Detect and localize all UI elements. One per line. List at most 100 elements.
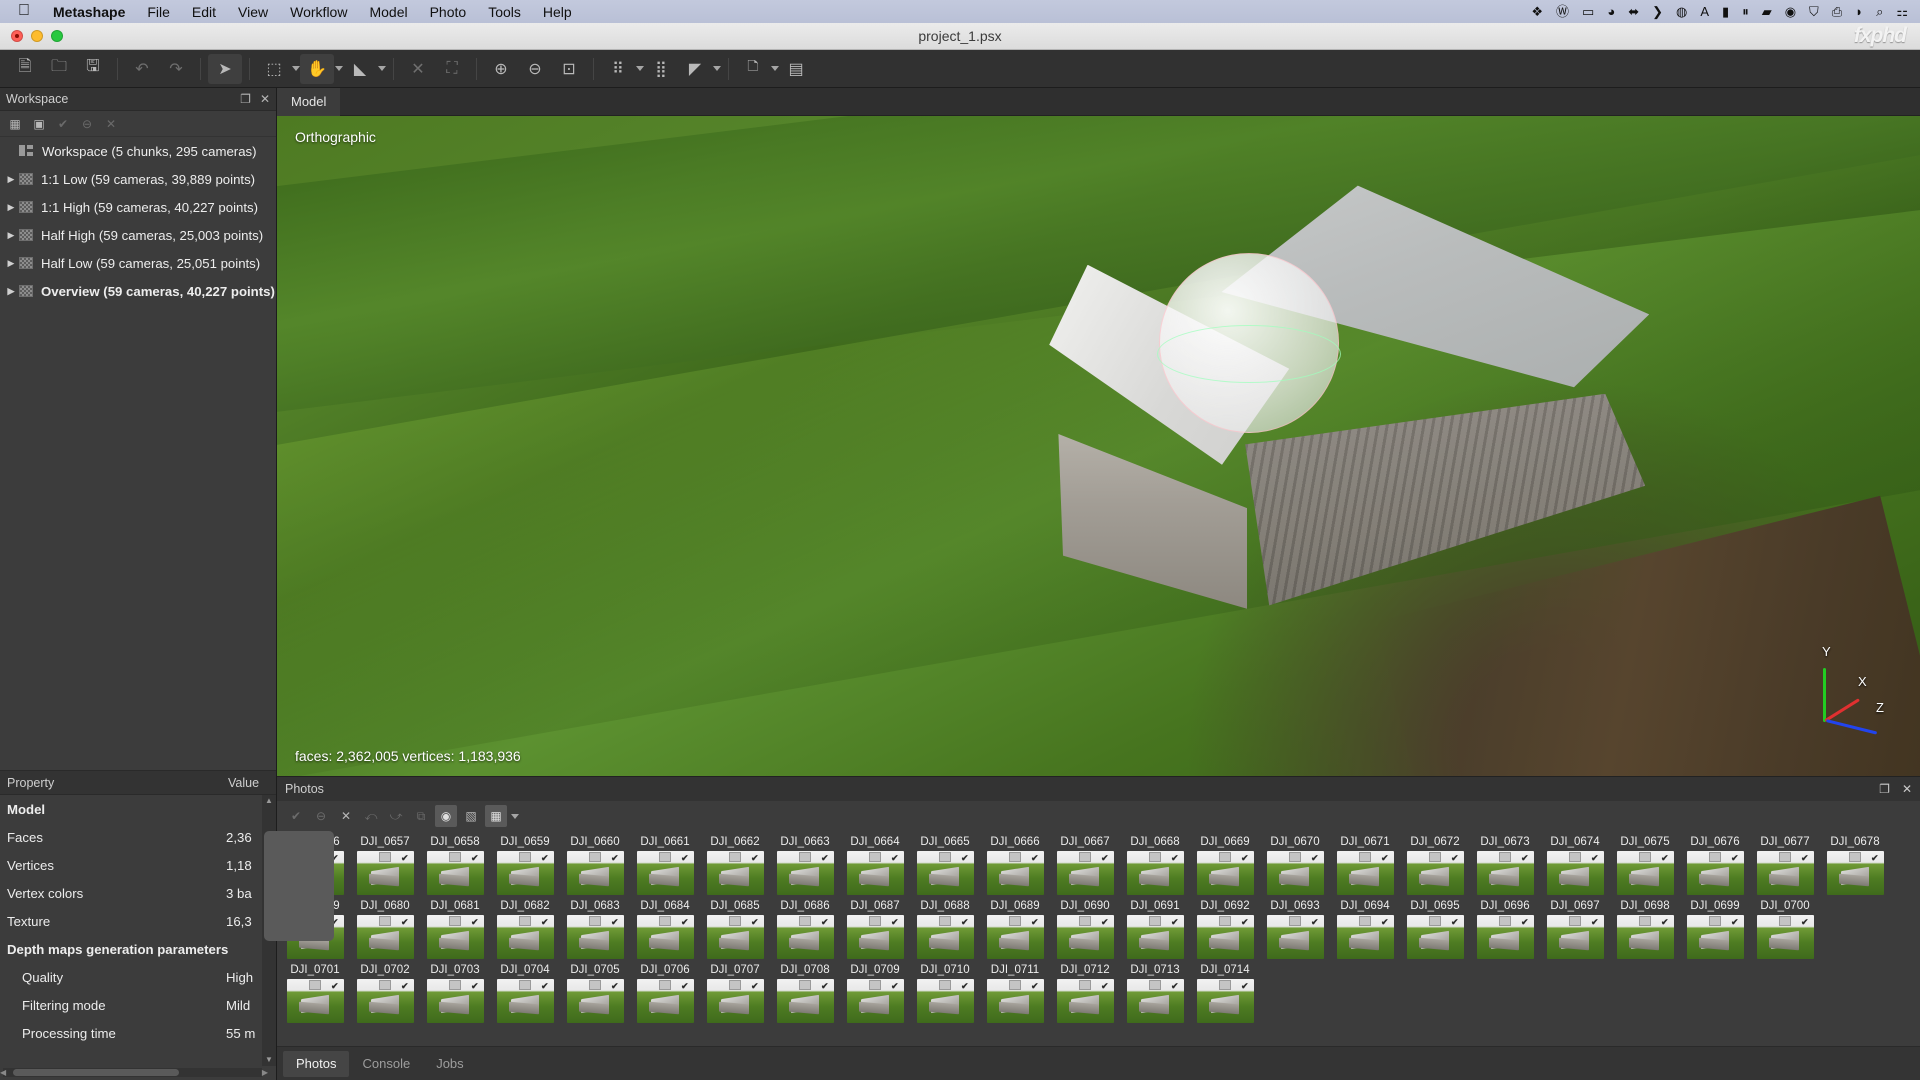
photo-preview-image[interactable]: ✔ bbox=[1546, 851, 1604, 895]
property-row[interactable]: Vertex colors 3 ba bbox=[0, 879, 276, 907]
close-panel-icon[interactable]: ✕ bbox=[260, 92, 270, 106]
reset-view-button[interactable]: ⊡ bbox=[552, 54, 586, 84]
photo-preview-image[interactable]: ✔ bbox=[1546, 915, 1604, 959]
show-cameras-icon[interactable]: ▧ bbox=[460, 805, 482, 827]
photo-thumbnail[interactable]: DJI_0684 ✔ bbox=[630, 895, 700, 959]
photo-preview-image[interactable]: ✔ bbox=[566, 979, 624, 1023]
photo-thumbnail[interactable]: DJI_0672 ✔ bbox=[1400, 831, 1470, 895]
camera-button[interactable]: 🗅 bbox=[736, 54, 770, 84]
scroll-left-arrow-icon[interactable]: ◀ bbox=[0, 1068, 6, 1077]
photo-thumbnail[interactable]: DJI_0666 ✔ bbox=[980, 831, 1050, 895]
photo-preview-image[interactable]: ✔ bbox=[1406, 915, 1464, 959]
chevron-down-icon[interactable] bbox=[292, 66, 300, 71]
photo-thumbnail[interactable]: DJI_0674 ✔ bbox=[1540, 831, 1610, 895]
photo-preview-image[interactable]: ✔ bbox=[706, 979, 764, 1023]
photo-preview-image[interactable]: ✔ bbox=[986, 979, 1044, 1023]
photo-preview-image[interactable]: ✔ bbox=[846, 915, 904, 959]
photo-preview-image[interactable]: ✔ bbox=[636, 915, 694, 959]
tree-item-chunk[interactable]: ▶ 1:1 Low (59 cameras, 39,889 points) bbox=[0, 165, 276, 193]
photo-thumbnail[interactable]: DJI_0669 ✔ bbox=[1190, 831, 1260, 895]
pause-icon[interactable]: ⏸ bbox=[1742, 5, 1749, 18]
photo-preview-image[interactable]: ✔ bbox=[846, 979, 904, 1023]
photo-preview-image[interactable]: ✔ bbox=[706, 915, 764, 959]
menu-photo[interactable]: Photo bbox=[419, 4, 478, 20]
photo-preview-image[interactable]: ✔ bbox=[1266, 915, 1324, 959]
wifi-icon[interactable]: ◗ bbox=[1855, 5, 1863, 18]
photo-thumbnail[interactable]: DJI_0659 ✔ bbox=[490, 831, 560, 895]
photo-preview-image[interactable]: ✔ bbox=[636, 851, 694, 895]
dense-cloud-view-button[interactable]: ⣿ bbox=[644, 54, 678, 84]
photo-thumbnail[interactable]: DJI_0692 ✔ bbox=[1190, 895, 1260, 959]
tab-photos[interactable]: Photos bbox=[283, 1050, 350, 1077]
photo-preview-image[interactable]: ✔ bbox=[1406, 851, 1464, 895]
menu-workflow[interactable]: Workflow bbox=[279, 4, 358, 20]
photo-thumbnail[interactable]: DJI_0687 ✔ bbox=[840, 895, 910, 959]
photo-thumbnail[interactable]: DJI_0690 ✔ bbox=[1050, 895, 1120, 959]
photo-preview-image[interactable]: ✔ bbox=[356, 915, 414, 959]
photo-thumbnail[interactable]: DJI_0670 ✔ bbox=[1260, 831, 1330, 895]
photo-preview-image[interactable]: ✔ bbox=[1686, 915, 1744, 959]
select-arrow-tool[interactable]: ➤ bbox=[208, 53, 242, 84]
photo-preview-image[interactable]: ✔ bbox=[1336, 915, 1394, 959]
photo-preview-image[interactable]: ✔ bbox=[496, 915, 554, 959]
photo-preview-image[interactable]: ✔ bbox=[356, 979, 414, 1023]
undock-panel-icon[interactable]: ❐ bbox=[1879, 782, 1890, 796]
photo-thumbnail[interactable]: DJI_0706 ✔ bbox=[630, 959, 700, 1023]
photo-preview-image[interactable]: ✔ bbox=[846, 851, 904, 895]
photo-preview-image[interactable]: ✔ bbox=[286, 979, 344, 1023]
photo-thumbnail[interactable]: DJI_0712 ✔ bbox=[1050, 959, 1120, 1023]
photo-preview-image[interactable]: ✔ bbox=[1196, 915, 1254, 959]
photo-preview-image[interactable]: ✔ bbox=[1336, 851, 1394, 895]
photo-thumbnail[interactable]: DJI_0701 ✔ bbox=[280, 959, 350, 1023]
chevron-right-icon[interactable]: ▶ bbox=[3, 174, 19, 185]
dropbox-icon[interactable]: ❖ bbox=[1531, 5, 1543, 18]
tree-root-workspace[interactable]: Workspace (5 chunks, 295 cameras) bbox=[0, 137, 276, 165]
point-cloud-view-button[interactable]: ⠿ bbox=[601, 54, 635, 84]
photo-preview-image[interactable]: ✔ bbox=[1756, 915, 1814, 959]
scroll-right-arrow-icon[interactable]: ▶ bbox=[262, 1068, 268, 1077]
photo-thumbnail[interactable]: DJI_0686 ✔ bbox=[770, 895, 840, 959]
scroll-up-arrow-icon[interactable]: ▲ bbox=[262, 795, 276, 807]
apple-logo-icon[interactable]:  bbox=[8, 2, 42, 21]
display-icon[interactable]: ▭ bbox=[1582, 5, 1594, 18]
photo-thumbnail[interactable]: DJI_0680 ✔ bbox=[350, 895, 420, 959]
photo-preview-image[interactable]: ✔ bbox=[916, 851, 974, 895]
close-panel-icon[interactable]: ✕ bbox=[1902, 782, 1912, 796]
photo-thumbnail[interactable]: DJI_0681 ✔ bbox=[420, 895, 490, 959]
photo-preview-image[interactable]: ✔ bbox=[1266, 851, 1324, 895]
photo-preview-image[interactable]: ✔ bbox=[1056, 915, 1114, 959]
photo-thumbnail[interactable]: DJI_0661 ✔ bbox=[630, 831, 700, 895]
menu-view[interactable]: View bbox=[227, 4, 279, 20]
photo-thumbnail[interactable]: DJI_0664 ✔ bbox=[840, 831, 910, 895]
scrollbar-thumb[interactable] bbox=[264, 831, 334, 941]
chevron-down-icon[interactable] bbox=[713, 66, 721, 71]
photo-preview-image[interactable]: ✔ bbox=[706, 851, 764, 895]
property-row[interactable]: Filtering mode Mild bbox=[0, 991, 276, 1019]
battery-icon[interactable]: ▰ bbox=[1762, 5, 1772, 18]
cherry-record-icon[interactable]: ◕ bbox=[1607, 5, 1615, 18]
wacom-icon[interactable]: Ⓦ bbox=[1556, 5, 1569, 18]
photo-preview-image[interactable]: ✔ bbox=[986, 851, 1044, 895]
add-photos-icon[interactable]: ▣ bbox=[28, 114, 50, 134]
photo-thumbnail[interactable]: DJI_0658 ✔ bbox=[420, 831, 490, 895]
menu-edit[interactable]: Edit bbox=[181, 4, 227, 20]
photo-thumbnail[interactable]: DJI_0673 ✔ bbox=[1470, 831, 1540, 895]
menu-tools[interactable]: Tools bbox=[477, 4, 532, 20]
zoom-out-button[interactable]: ⊖ bbox=[518, 54, 552, 84]
photo-preview-image[interactable]: ✔ bbox=[636, 979, 694, 1023]
photo-thumbnail[interactable]: DJI_0697 ✔ bbox=[1540, 895, 1610, 959]
photo-preview-image[interactable]: ✔ bbox=[1056, 979, 1114, 1023]
chevron-right-icon[interactable]: ▶ bbox=[3, 286, 19, 297]
photo-preview-image[interactable]: ✔ bbox=[1196, 979, 1254, 1023]
disable-cameras-icon[interactable]: ⊖ bbox=[310, 805, 332, 827]
disable-icon[interactable]: ⊖ bbox=[76, 114, 98, 134]
crop-selection-button[interactable]: ⛶ bbox=[435, 54, 469, 84]
menu-file[interactable]: File bbox=[136, 4, 181, 20]
photo-preview-image[interactable]: ✔ bbox=[776, 979, 834, 1023]
photo-preview-image[interactable]: ✔ bbox=[1476, 851, 1534, 895]
tree-item-chunk[interactable]: ▶ 1:1 High (59 cameras, 40,227 points) bbox=[0, 193, 276, 221]
enable-icon[interactable]: ✔ bbox=[52, 114, 74, 134]
property-row[interactable]: Model bbox=[0, 795, 276, 823]
redo-button[interactable]: ↷ bbox=[159, 54, 193, 84]
do-not-disturb-icon[interactable]: ◍ bbox=[1676, 5, 1687, 18]
